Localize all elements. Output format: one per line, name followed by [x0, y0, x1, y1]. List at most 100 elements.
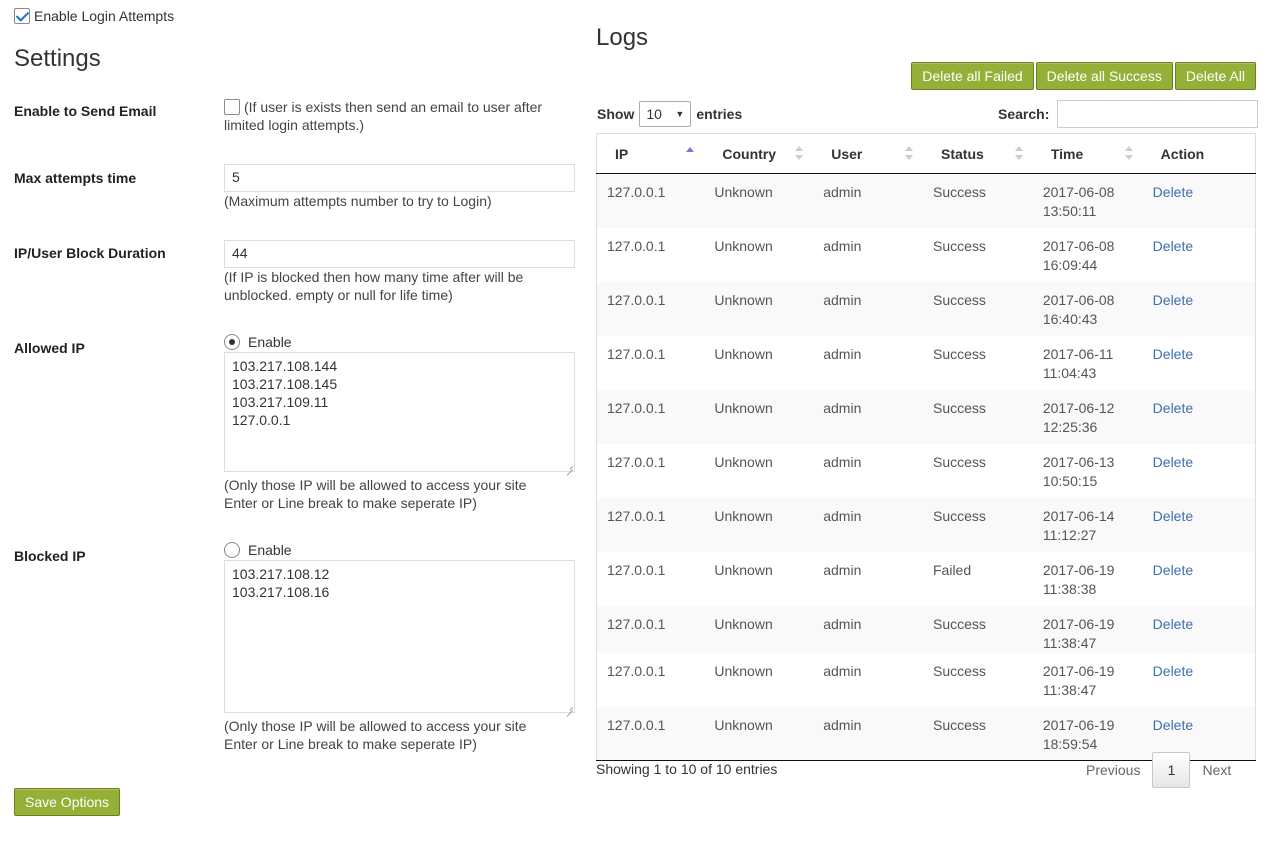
- column-header-status[interactable]: Status: [923, 133, 1033, 174]
- allowed-ip-textarea[interactable]: 103.217.108.144 103.217.108.145 103.217.…: [224, 352, 575, 472]
- cell-status: Success: [923, 497, 1033, 552]
- delete-row-link[interactable]: Delete: [1153, 292, 1193, 308]
- blocked-ip-textarea[interactable]: 103.217.108.12 103.217.108.16: [224, 560, 575, 713]
- delete-row-link[interactable]: Delete: [1153, 184, 1193, 200]
- delete-row-link[interactable]: Delete: [1153, 454, 1193, 470]
- settings-title: Settings: [14, 45, 101, 72]
- cell-ip: 127.0.0.1: [596, 652, 705, 707]
- cell-clock: 16:09:44: [1042, 256, 1098, 273]
- cell-date: 2017-06-13: [1042, 453, 1115, 470]
- column-header-user[interactable]: User: [813, 133, 923, 174]
- cell-clock: 18:59:54: [1042, 735, 1098, 752]
- enable-login-attempts-label: Enable Login Attempts: [34, 8, 175, 24]
- send-email-checkbox[interactable]: [224, 99, 240, 115]
- cell-clock: 16:40:43: [1042, 310, 1098, 327]
- cell-user: admin: [813, 497, 923, 552]
- cell-ip: 127.0.0.1: [596, 173, 705, 228]
- cell-time: 2017-06-14 11:12:27: [1032, 497, 1143, 552]
- cell-country: Unknown: [714, 237, 773, 254]
- block-duration-help: (If IP is blocked then how many time aft…: [224, 269, 524, 303]
- cell-country: Unknown: [704, 173, 814, 228]
- cell-clock: 10:50:15: [1042, 472, 1098, 489]
- cell-status: Success: [923, 173, 1033, 228]
- delete-row-link[interactable]: Delete: [1153, 400, 1193, 416]
- block-duration-input[interactable]: 44: [224, 240, 575, 268]
- table-row: 127.0.0.1 Unknown admin Success 2017-06-13 10…: [596, 443, 1256, 498]
- resize-grip-icon[interactable]: [565, 462, 573, 470]
- allowed-ip-enable-radio[interactable]: [224, 334, 240, 350]
- delete-all-failed-button[interactable]: Delete all Failed: [911, 62, 1034, 90]
- allowed-ip-enable[interactable]: Enable: [224, 334, 292, 350]
- cell-country: Unknown: [704, 497, 814, 552]
- cell-country: Unknown: [714, 561, 773, 578]
- sort-icon: [905, 146, 913, 162]
- cell-time: 2017-06-19 11:38:47: [1033, 653, 1143, 707]
- delete-all-button[interactable]: Delete All: [1174, 62, 1256, 90]
- column-header-label: Country: [722, 145, 777, 162]
- cell-ip: 127.0.0.1: [596, 281, 705, 336]
- cell-status: Success: [933, 345, 986, 362]
- column-header-time[interactable]: Time: [1032, 133, 1143, 174]
- cell-date: 2017-06-19: [1042, 561, 1115, 578]
- allowed-ip-enable-label: Enable: [248, 334, 292, 350]
- table-row: 127.0.0.1 Unknown admin Success 2017-06-11 11…: [596, 335, 1256, 390]
- cell-time: 2017-06-08 16:40:43: [1032, 281, 1143, 336]
- column-header-country[interactable]: Country: [704, 133, 814, 174]
- cell-action: Delete: [1142, 173, 1256, 228]
- enable-login-attempts[interactable]: Enable Login Attempts: [14, 8, 174, 24]
- allowed-ip-label: Allowed IP: [14, 340, 85, 356]
- save-options-button[interactable]: Save Options: [14, 788, 121, 816]
- cell-ip: 127.0.0.1: [596, 443, 705, 498]
- blocked-ip-help-line: (Only those IP will be allowed to access…: [224, 718, 527, 734]
- current-page-button[interactable]: 1: [1152, 752, 1191, 788]
- cell-country: Unknown: [704, 281, 814, 336]
- previous-page-button[interactable]: Previous: [1074, 752, 1152, 788]
- delete-button-group: Delete all Failed Delete all Success Del…: [911, 62, 1256, 90]
- cell-time: 2017-06-19 11:38:47: [1032, 605, 1143, 653]
- sort-icon: [795, 146, 804, 162]
- allowed-ip-help: (Only those IP will be allowed to access…: [224, 476, 526, 512]
- max-attempts-input[interactable]: 5: [224, 164, 575, 192]
- column-header-label: User: [831, 145, 863, 162]
- logs-table-body: 127.0.0.1 Unknown admin Success 2017-06-08 13…: [596, 173, 1256, 761]
- column-header-label: Action: [1160, 145, 1205, 162]
- allowed-ip-help-line: (Only those IP will be allowed to access…: [224, 477, 527, 493]
- delete-row-link[interactable]: Delete: [1153, 717, 1193, 733]
- delete-row-link[interactable]: Delete: [1153, 616, 1193, 632]
- resize-grip-icon[interactable]: [565, 703, 573, 711]
- cell-action: Delete: [1142, 497, 1256, 552]
- delete-row-link[interactable]: Delete: [1153, 508, 1193, 524]
- delete-row-link[interactable]: Delete: [1153, 346, 1193, 362]
- cell-country: Unknown: [704, 605, 814, 653]
- cell-ip: 127.0.0.1: [596, 706, 705, 761]
- cell-user: admin: [823, 662, 862, 679]
- search: Search:: [998, 100, 1259, 128]
- next-page-button[interactable]: Next: [1190, 752, 1243, 788]
- cell-country: Unknown: [704, 706, 814, 761]
- cell-clock: 11:38:38: [1042, 580, 1097, 597]
- sort-ascending-icon: [686, 147, 695, 163]
- cell-user: admin: [813, 706, 923, 761]
- blocked-ip-enable-radio[interactable]: [224, 542, 240, 558]
- search-input[interactable]: [1057, 100, 1259, 128]
- cell-date: 2017-06-12: [1042, 399, 1115, 416]
- table-header-row: IP Country User Status Time Action: [596, 133, 1256, 174]
- cell-date: 2017-06-19: [1042, 662, 1115, 679]
- enable-login-attempts-checkbox[interactable]: [14, 8, 30, 24]
- column-header-ip[interactable]: IP: [596, 133, 705, 174]
- delete-row-link[interactable]: Delete: [1153, 663, 1193, 679]
- cell-user: admin: [813, 173, 923, 228]
- table-row: 127.0.0.1 Unknown admin Success 2017-06-14 11…: [596, 497, 1256, 552]
- cell-ip: 127.0.0.1: [596, 551, 705, 606]
- delete-row-link[interactable]: Delete: [1153, 562, 1193, 578]
- cell-date: 2017-06-08: [1042, 291, 1115, 308]
- page-size-select[interactable]: 10 ▼: [639, 101, 692, 127]
- delete-row-link[interactable]: Delete: [1153, 238, 1193, 254]
- cell-status: Success: [933, 453, 986, 470]
- allowed-ip-help-line: Enter or Line break to make seperate IP): [224, 495, 477, 511]
- blocked-ip-enable[interactable]: Enable: [224, 542, 292, 558]
- delete-all-success-button[interactable]: Delete all Success: [1035, 62, 1173, 90]
- cell-country: Unknown: [714, 453, 773, 470]
- cell-action: Delete: [1142, 389, 1256, 444]
- cell-time: 2017-06-13 10:50:15: [1033, 444, 1143, 498]
